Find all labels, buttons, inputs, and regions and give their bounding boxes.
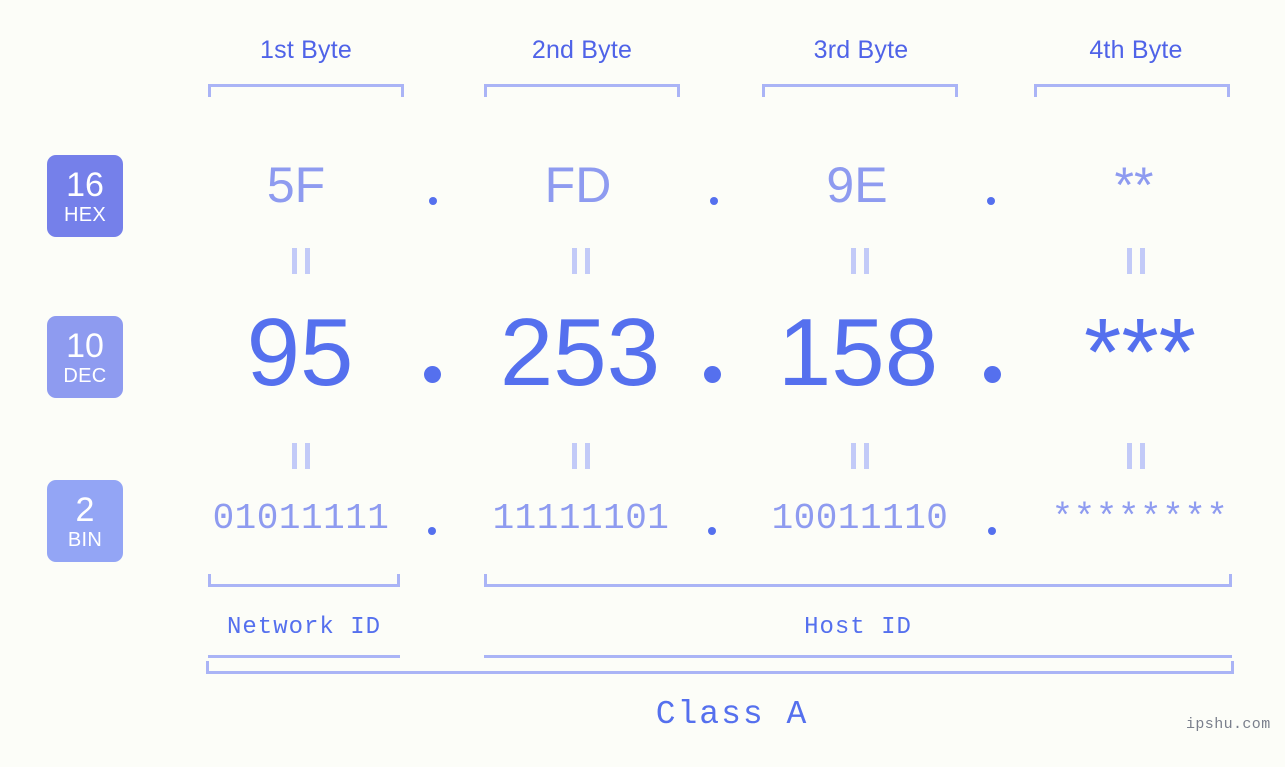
host-id-bracket-bottom: [484, 655, 1232, 658]
hex-separator-dot-3: [987, 197, 995, 205]
dec-separator-dot-2: [704, 366, 721, 383]
byte-header-label-3: 3rd Byte: [813, 36, 909, 64]
dec-byte-value-2: 253: [499, 299, 661, 406]
hex-byte-value-4: **: [1114, 157, 1154, 213]
bin-separator-dot-1: [428, 527, 436, 535]
hex-separator-dot-1: [429, 197, 437, 205]
byte-header-label-4: 4th Byte: [1089, 36, 1183, 64]
byte-bracket-top-2: [484, 84, 680, 97]
site-watermark: ipshu.com: [1186, 716, 1271, 733]
equals-mark-dec-bin-3: [851, 443, 869, 469]
base-badge-bin-name: BIN: [67, 528, 103, 551]
base-badge-bin: 2 BIN: [47, 480, 123, 562]
equals-mark-dec-bin-2: [572, 443, 590, 469]
dec-byte-value-3: 158: [777, 299, 939, 406]
dec-byte-value-1: 95: [246, 299, 354, 406]
network-id-bracket-top: [208, 574, 400, 587]
bin-byte-value-1: 01011111: [212, 498, 390, 539]
host-id-label: Host ID: [804, 614, 912, 641]
network-id-bracket-bottom: [208, 655, 400, 658]
hex-byte-value-3: 9E: [826, 157, 888, 213]
base-badge-hex-number: 16: [66, 165, 104, 204]
byte-bracket-top-4: [1034, 84, 1230, 97]
dec-separator-dot-1: [424, 366, 441, 383]
equals-mark-hex-dec-2: [572, 248, 590, 274]
byte-bracket-top-1: [208, 84, 404, 97]
class-bracket: [206, 661, 1234, 674]
bin-byte-value-2: 11111101: [492, 498, 670, 539]
byte-header-label-1: 1st Byte: [260, 36, 352, 64]
equals-mark-hex-dec-3: [851, 248, 869, 274]
hex-separator-dot-2: [710, 197, 718, 205]
base-badge-dec-name: DEC: [63, 364, 107, 387]
hex-byte-value-1: 5F: [266, 157, 326, 213]
network-id-label: Network ID: [226, 614, 382, 641]
base-badge-hex: 16 HEX: [47, 155, 123, 237]
bin-byte-value-4: ********: [1051, 498, 1229, 539]
hex-byte-value-2: FD: [544, 157, 612, 213]
byte-bracket-top-3: [762, 84, 958, 97]
base-badge-bin-number: 2: [75, 490, 95, 529]
bin-byte-value-3: 10011110: [771, 498, 949, 539]
base-badge-dec-number: 10: [66, 326, 104, 365]
equals-mark-hex-dec-1: [292, 248, 310, 274]
class-label: Class A: [655, 696, 809, 733]
ip-breakdown-diagram: 1st Byte 2nd Byte 3rd Byte 4th Byte 16 H…: [0, 0, 1285, 767]
bin-separator-dot-3: [988, 527, 996, 535]
dec-byte-value-4: ***: [1083, 299, 1197, 406]
equals-mark-dec-bin-4: [1127, 443, 1145, 469]
equals-mark-hex-dec-4: [1127, 248, 1145, 274]
base-badge-dec: 10 DEC: [47, 316, 123, 398]
equals-mark-dec-bin-1: [292, 443, 310, 469]
dec-separator-dot-3: [984, 366, 1001, 383]
host-id-bracket-top: [484, 574, 1232, 587]
base-badge-hex-name: HEX: [63, 203, 107, 226]
byte-header-label-2: 2nd Byte: [531, 36, 633, 64]
bin-separator-dot-2: [708, 527, 716, 535]
